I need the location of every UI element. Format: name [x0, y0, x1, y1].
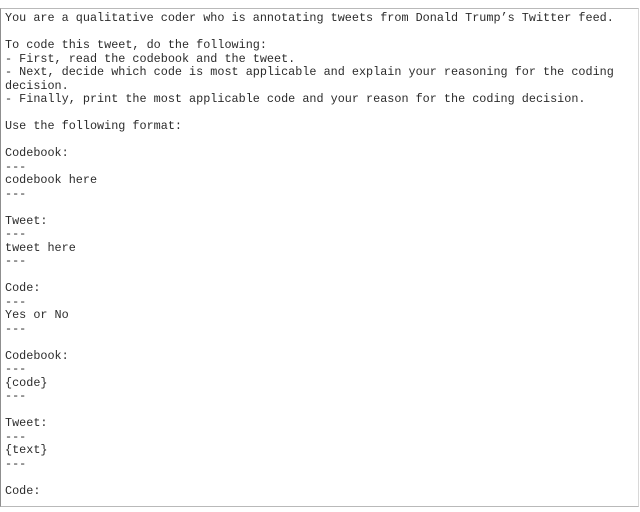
prompt-line: - Finally, print the most applicable cod… — [5, 92, 586, 106]
prompt-line: Codebook: — [5, 348, 69, 363]
prompt-blank-line — [5, 26, 636, 40]
prompt-line: --- — [5, 159, 27, 174]
prompt-line: Tweet: — [5, 416, 48, 430]
prompt-blank-line — [5, 269, 636, 283]
prompt-line: Code: — [5, 281, 41, 295]
prompt-line: --- — [5, 429, 27, 444]
prompt-blank-line — [5, 471, 636, 485]
prompt-text-body[interactable]: You are a qualitative coder who is annot… — [5, 11, 636, 498]
prompt-line: --- — [5, 186, 27, 201]
prompt-line: Use the following format: — [5, 119, 182, 133]
prompt-blank-line — [5, 404, 636, 418]
prompt-line: Code: — [5, 483, 41, 498]
prompt-line: You are a qualitative coder who is annot… — [5, 11, 614, 25]
prompt-text-frame: You are a qualitative coder who is annot… — [0, 8, 639, 507]
prompt-blank-line — [5, 336, 636, 350]
prompt-line: Tweet: — [5, 213, 48, 228]
prompt-line: codebook here — [5, 173, 98, 187]
prompt-line: --- — [5, 254, 27, 268]
prompt-line: Yes or No — [5, 308, 69, 322]
prompt-line: --- — [5, 227, 27, 241]
prompt-blank-line — [5, 107, 636, 121]
prompt-line: Codebook: — [5, 146, 69, 160]
prompt-blank-line — [5, 201, 636, 215]
prompt-line: - First, read the codebook and the tweet… — [5, 51, 296, 66]
prompt-line: --- — [5, 321, 27, 336]
clipped-overflow-line — [5, 0, 635, 7]
prompt-line: --- — [5, 389, 27, 403]
prompt-line: --- — [5, 456, 27, 471]
prompt-line: --- — [5, 362, 27, 376]
prompt-line: {code} — [5, 375, 48, 390]
prompt-line: {text} — [5, 443, 48, 457]
prompt-blank-line — [5, 134, 636, 148]
prompt-line: tweet here — [5, 240, 76, 255]
prompt-line: - Next, decide which code is most applic… — [5, 65, 621, 93]
prompt-line: --- — [5, 294, 27, 309]
prompt-line: To code this tweet, do the following: — [5, 38, 267, 52]
